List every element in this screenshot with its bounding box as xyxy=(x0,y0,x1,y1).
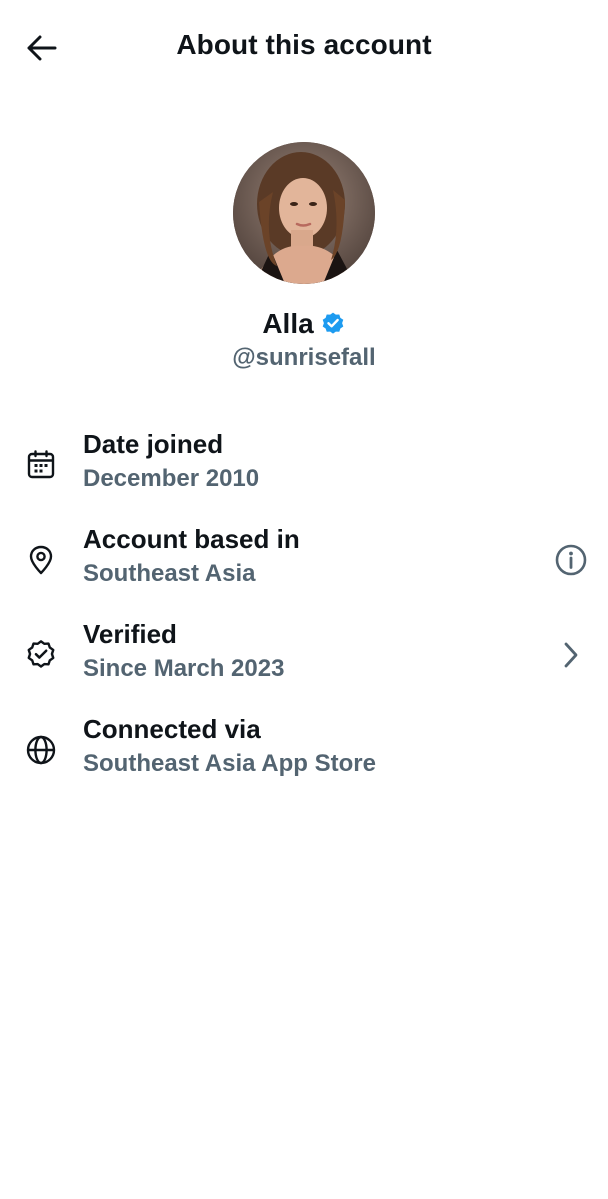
row-title: Connected via xyxy=(83,714,261,744)
row-value: Since March 2023 xyxy=(83,655,285,682)
row-value: December 2010 xyxy=(83,465,260,492)
location-pin-icon xyxy=(24,543,58,577)
verified-badge-icon xyxy=(24,638,58,672)
page-title: About this account xyxy=(176,29,432,60)
row-value: Southeast Asia xyxy=(83,560,256,587)
calendar-icon xyxy=(24,448,58,482)
row-title: Account based in xyxy=(83,524,300,554)
verified-row[interactable]: Verified Since March 2023 xyxy=(0,618,608,713)
info-icon xyxy=(555,544,587,576)
display-name: Alla xyxy=(262,308,314,339)
chevron-right-icon xyxy=(564,642,578,668)
chevron-right-button[interactable] xyxy=(552,636,590,674)
account-details-list: Date joined December 2010 Account based … xyxy=(0,428,608,808)
top-bar: About this account xyxy=(0,0,608,96)
globe-icon xyxy=(24,733,58,767)
verified-badge-icon xyxy=(322,312,343,334)
row-value: Southeast Asia App Store xyxy=(83,750,376,777)
row-title: Date joined xyxy=(83,429,224,459)
username-handle: @sunrisefall xyxy=(232,344,376,371)
avatar-image xyxy=(233,142,375,284)
connected-via-row: Connected via Southeast Asia App Store xyxy=(0,713,608,808)
info-button[interactable] xyxy=(552,541,590,579)
row-title: Verified xyxy=(83,619,177,649)
name-row: Alla xyxy=(262,308,345,340)
date-joined-row: Date joined December 2010 xyxy=(0,428,608,523)
profile-section: Alla @sunrisefall xyxy=(0,142,608,372)
avatar[interactable] xyxy=(233,142,375,284)
account-based-in-row: Account based in Southeast Asia xyxy=(0,523,608,618)
